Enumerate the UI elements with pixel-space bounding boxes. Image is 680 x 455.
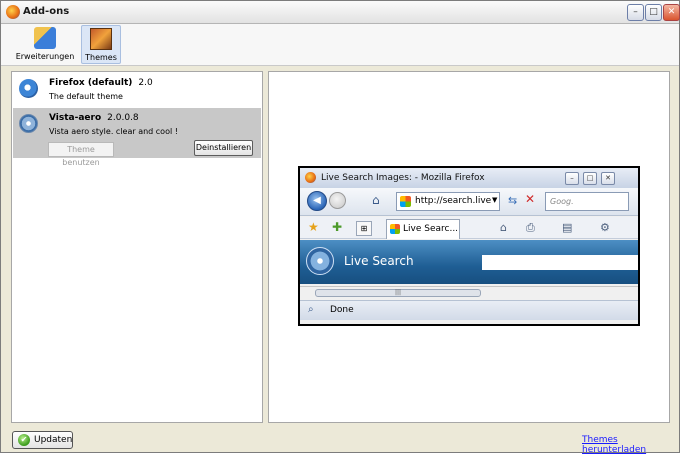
list-item[interactable]: Firefox (default) 2.0 The default theme [13,73,261,106]
page-icon: ▤ [562,221,573,234]
firefox-icon [305,172,316,183]
list-item-selected[interactable]: Vista-aero 2.0.0.8 Vista aero style. clea… [13,108,261,167]
stop-icon: ✕ [525,192,536,206]
download-themes-link[interactable]: Themes herunterladen [582,435,679,455]
addons-window: Add-ons – □ ✕ Erweiterungen Themes Firef… [0,0,680,455]
live-search-logo-icon [306,247,334,275]
theme-version: 2.0.0.8 [107,113,139,123]
title-bar: Add-ons – □ ✕ [1,1,680,24]
window-title: Add-ons [23,6,70,17]
theme-preview-pane: Live Search Images: - Mozilla Firefox – … [268,71,670,423]
theme-list[interactable]: Firefox (default) 2.0 The default theme V… [11,71,263,423]
magnifier-icon: ⌕ [308,304,314,315]
theme-preview-image: Live Search Images: - Mozilla Firefox – … [298,166,640,326]
windows-logo-icon [390,224,400,234]
preview-tab-bar: ★ ✚ ⊞ Live Searc... ⌂ ⎙ ▤ ⚙ [300,217,638,239]
preview-page-search-field [482,255,638,270]
theme-palette-icon [90,28,112,50]
forward-icon [329,192,346,209]
update-label: Updaten [34,435,73,445]
preview-url-bar: http://search.live [396,192,500,211]
reload-icon: ⇆ [508,194,518,207]
preview-title-bar: Live Search Images: - Mozilla Firefox – … [300,168,638,188]
print-icon: ⎙ [526,221,535,234]
use-theme-button[interactable]: Theme benutzen [48,142,114,167]
preview-page-content: Live Search [300,240,638,284]
preview-status-text: Done [330,305,354,315]
preview-window-title: Live Search Images: - Mozilla Firefox [321,173,485,183]
addons-toolbar: Erweiterungen Themes [1,24,679,66]
close-icon: ✕ [601,172,615,185]
star-icon: ★ [308,220,319,234]
scrollbar-thumb: ||| [315,289,481,297]
update-button[interactable]: ✔ Updaten [12,431,73,449]
theme-name: Firefox (default) 2.0 [49,78,153,88]
check-icon: ✔ [18,434,30,446]
firefox-icon [6,5,20,19]
preview-search-box: Goog. [545,192,629,211]
footer-bar: ✔ Updaten Themes herunterladen [1,428,679,455]
add-bookmark-icon: ✚ [332,220,343,234]
preview-status-bar: ⌕ Done [300,300,638,320]
vista-orb-icon [19,114,38,133]
dropdown-arrow-icon: ▼ [492,196,498,204]
firefox-theme-icon [19,79,38,98]
home-icon: ⌂ [372,193,380,207]
tab-extensions-label: Erweiterungen [15,52,75,61]
minimize-button[interactable]: – [627,4,644,21]
live-search-title: Live Search [344,254,414,268]
tab-extensions[interactable]: Erweiterungen [13,25,77,64]
windows-logo-icon [400,196,411,207]
preview-nav-bar: ◀ ⌂ http://search.live ▼ ⇆ ✕ Goog. [300,188,638,216]
uninstall-button[interactable]: Deinstallieren [194,140,253,156]
close-button[interactable]: ✕ [663,4,680,21]
theme-description: Vista aero style. clear and cool ! [49,127,178,136]
theme-version: 2.0 [138,78,153,88]
tab-themes-label: Themes [85,53,117,62]
preview-tab-label: Live Searc... [403,224,459,234]
home-icon: ⌂ [500,221,507,234]
maximize-icon: □ [583,172,597,185]
preview-scrollbar: ||| [300,286,638,298]
minimize-icon: – [565,172,579,185]
puzzle-icon [34,27,56,49]
grid-icon: ⊞ [356,221,372,236]
maximize-button[interactable]: □ [645,4,662,21]
theme-description: The default theme [49,92,123,101]
tab-themes[interactable]: Themes [81,25,121,64]
preview-tab: Live Searc... [386,219,460,239]
gear-icon: ⚙ [600,221,610,234]
back-icon: ◀ [307,191,327,211]
theme-name: Vista-aero 2.0.0.8 [49,113,139,123]
preview-url-text: http://search.live [415,196,492,206]
